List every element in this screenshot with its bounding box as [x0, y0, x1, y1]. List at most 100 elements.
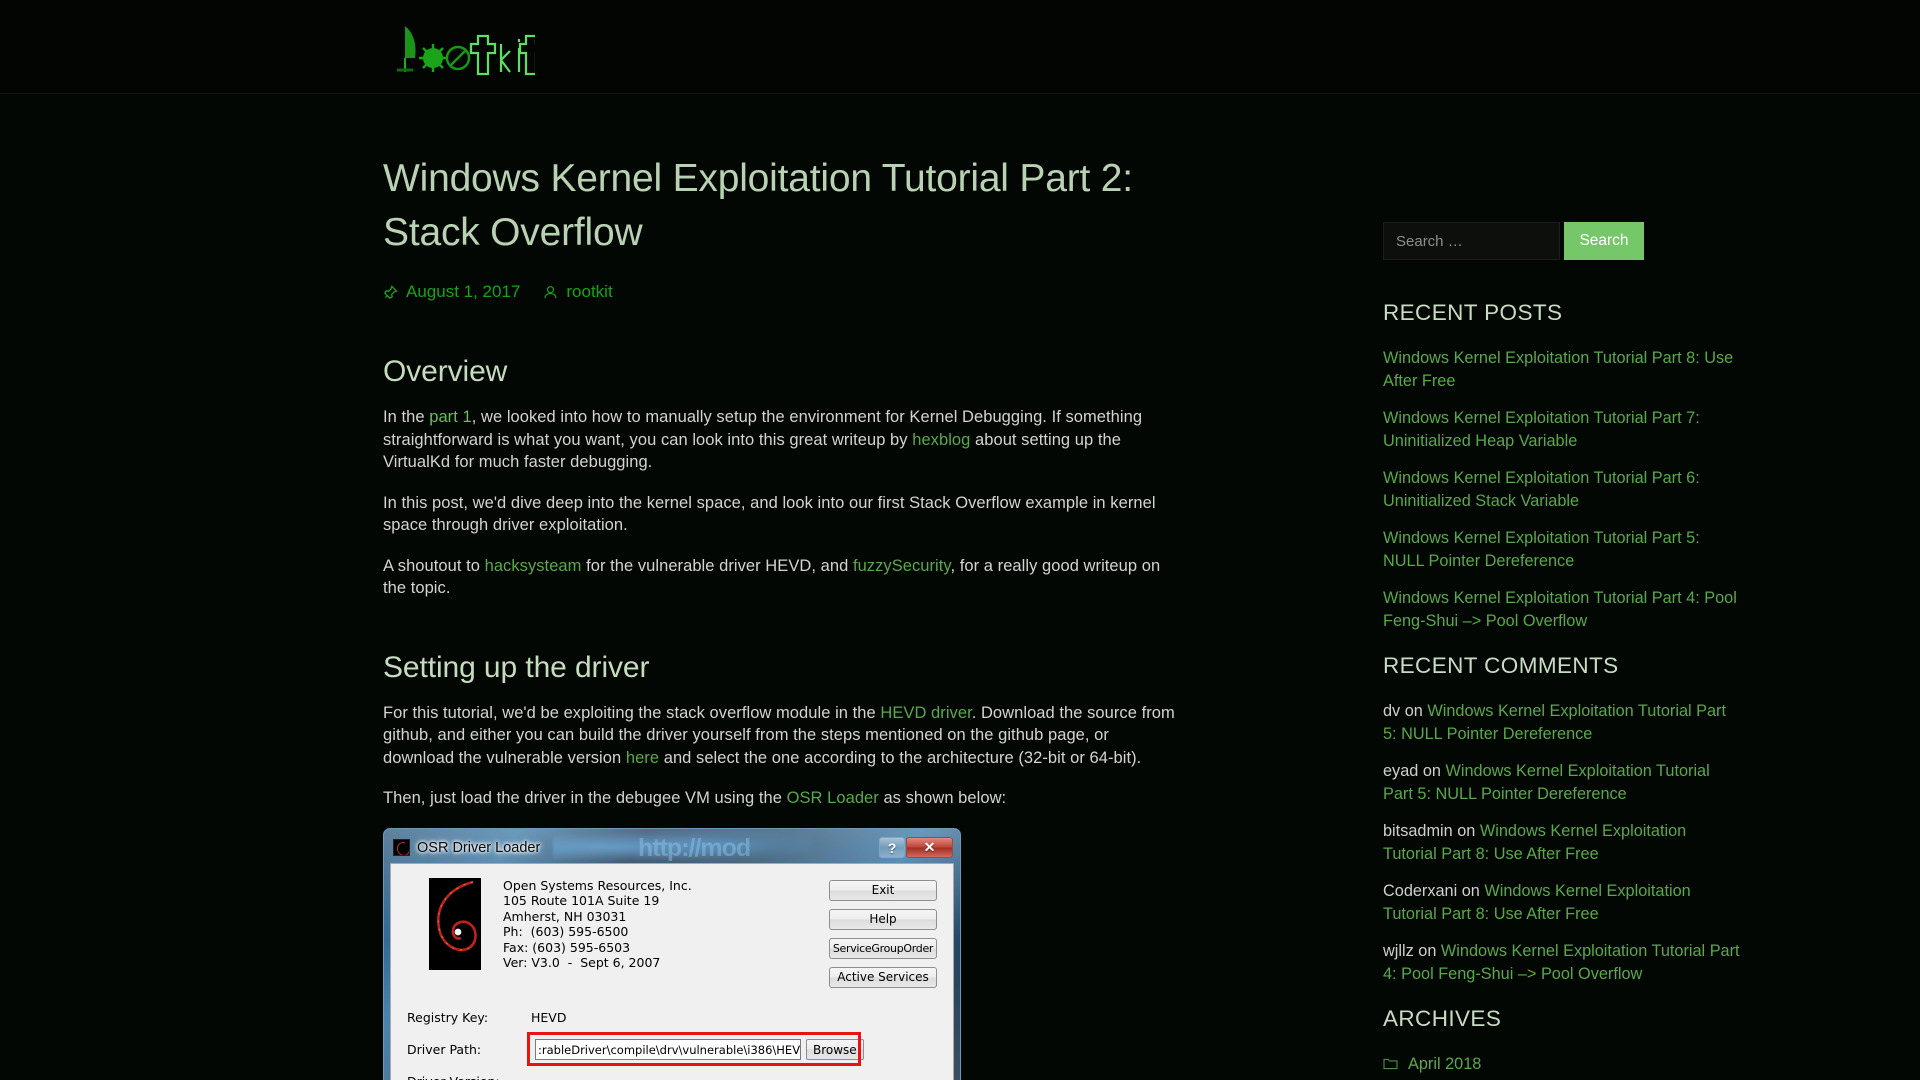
comment-on-text: on [1400, 702, 1428, 720]
post-author: rootkit [543, 282, 613, 302]
list-item: April 2018 [1383, 1053, 1743, 1076]
list-item: Windows Kernel Exploitation Tutorial Par… [1383, 467, 1743, 513]
osr-app-icon [393, 839, 410, 856]
section-heading-driver: Setting up the driver [383, 650, 650, 684]
paragraph-overview-3: A shoutout to hacksysteam for the vulner… [383, 555, 1183, 600]
widget-archives: ARCHIVES April 2018 March 2018 January 2… [1383, 1006, 1743, 1080]
list-item: Windows Kernel Exploitation Tutorial Par… [1383, 587, 1743, 633]
post-author-link[interactable]: rootkit [566, 282, 612, 302]
comment-author: Coderxani [1383, 882, 1458, 900]
registry-key-value: HEVD [531, 1010, 567, 1025]
recent-post-link[interactable]: Windows Kernel Exploitation Tutorial Par… [1383, 349, 1733, 390]
help-button[interactable]: ? [879, 837, 905, 858]
link-here[interactable]: here [626, 749, 659, 767]
widget-recent-comments: RECENT COMMENTS dv on Windows Kernel Exp… [1383, 653, 1743, 986]
osr-fields: Registry Key: HEVD Driver Path: :rableDr… [407, 1004, 937, 1080]
paragraph-overview-2: In this post, we'd dive deep into the ke… [383, 493, 1156, 535]
list-item: eyad on Windows Kernel Exploitation Tuto… [1383, 760, 1743, 806]
help-action-button[interactable]: Help [829, 908, 937, 930]
search-button[interactable]: Search [1564, 222, 1644, 260]
link-part-1[interactable]: part 1 [429, 408, 472, 426]
page-title: Windows Kernel Exploitation Tutorial Par… [383, 157, 1133, 254]
post-date: August 1, 2017 [383, 282, 520, 302]
osr-window-controls: ? ✕ [879, 837, 954, 858]
field-driver-path: Driver Path: :rableDriver\compile\drv\vu… [407, 1031, 937, 1068]
active-services-button[interactable]: Active Services [829, 966, 937, 988]
archives-list: April 2018 March 2018 January 2018 Novem… [1383, 1053, 1743, 1080]
comment-author: eyad [1383, 762, 1419, 780]
comment-on-text: on [1452, 822, 1480, 840]
p1-a: In the [383, 408, 430, 426]
comment-on-text: on [1418, 762, 1446, 780]
user-icon [543, 285, 558, 300]
search-form: Search [1383, 222, 1743, 260]
p3-b: for the vulnerable driver HEVD, and [581, 556, 853, 575]
osr-titlebar: OSR Driver Loader http://mod ? ✕ [390, 833, 954, 863]
registry-key-label: Registry Key: [407, 1010, 489, 1025]
link-hexblog[interactable]: hexblog [912, 431, 970, 449]
list-item: Windows Kernel Exploitation Tutorial Par… [1383, 407, 1743, 453]
site-logo[interactable] [383, 18, 535, 76]
service-group-order-button[interactable]: ServiceGroupOrder [829, 937, 937, 959]
site-header [0, 0, 1920, 94]
comment-on-text: on [1413, 942, 1441, 960]
sidebar: Search RECENT POSTS Windows Kernel Explo… [1383, 94, 1743, 1080]
osr-window-title: OSR Driver Loader [417, 839, 541, 856]
field-registry-key: Registry Key: HEVD [407, 1004, 937, 1032]
comment-author: bitsadmin [1383, 822, 1453, 840]
main-content: Windows Kernel Exploitation Tutorial Par… [383, 94, 1183, 1080]
list-item: dv on Windows Kernel Exploitation Tutori… [1383, 700, 1743, 746]
list-item: Windows Kernel Exploitation Tutorial Par… [1383, 347, 1743, 393]
list-item: wjllz on Windows Kernel Exploitation Tut… [1383, 940, 1743, 986]
comment-author: wjllz [1383, 942, 1414, 960]
recent-comments-list: dv on Windows Kernel Exploitation Tutori… [1383, 700, 1743, 986]
recent-post-link[interactable]: Windows Kernel Exploitation Tutorial Par… [1383, 529, 1700, 570]
widget-recent-posts: RECENT POSTS Windows Kernel Exploitation… [1383, 300, 1743, 633]
osr-company-info: Open Systems Resources, Inc. 105 Route 1… [503, 877, 692, 971]
osr-header-row: Open Systems Resources, Inc. 105 Route 1… [407, 877, 937, 988]
osr-action-buttons: Exit Help ServiceGroupOrder Active Servi… [829, 878, 937, 988]
link-fuzzysecurity[interactable]: fuzzySecurity [853, 557, 951, 575]
search-input[interactable] [1383, 222, 1560, 260]
paragraph-overview-1: In the part 1, we looked into how to man… [383, 406, 1183, 474]
recent-post-link[interactable]: Windows Kernel Exploitation Tutorial Par… [1383, 409, 1700, 450]
p4-a: For this tutorial, we'd be exploiting th… [383, 703, 881, 722]
recent-post-link[interactable]: Windows Kernel Exploitation Tutorial Par… [1383, 469, 1700, 510]
exit-button[interactable]: Exit [829, 879, 937, 901]
recent-posts-list: Windows Kernel Exploitation Tutorial Par… [1383, 347, 1743, 633]
driver-version-label: Driver Version: [407, 1074, 531, 1080]
link-osr-loader[interactable]: OSR Loader [787, 789, 879, 807]
recent-posts-title: RECENT POSTS [1383, 300, 1563, 325]
p4-c: and select the one according to the arch… [659, 748, 1142, 767]
archive-link[interactable]: April 2018 [1408, 1053, 1481, 1076]
link-hevd-driver[interactable]: HEVD driver [880, 704, 971, 722]
driver-path-input[interactable]: :rableDriver\compile\drv\vulnerable\i386… [535, 1039, 801, 1060]
list-item: bitsadmin on Windows Kernel Exploitation… [1383, 820, 1743, 866]
folder-icon [1383, 1057, 1398, 1075]
osr-driver-loader-screenshot: OSR Driver Loader http://mod ? ✕ Open Sy… [383, 828, 961, 1080]
recent-comments-title: RECENT COMMENTS [1383, 653, 1619, 678]
p3-a: A shoutout to [383, 556, 485, 575]
page-wrapper: Windows Kernel Exploitation Tutorial Par… [0, 94, 1920, 1080]
osr-window-frame: OSR Driver Loader http://mod ? ✕ Open Sy… [383, 828, 961, 1080]
post-date-text: August 1, 2017 [406, 282, 521, 301]
comment-on-text: on [1457, 882, 1485, 900]
field-driver-version: Driver Version: [407, 1068, 937, 1080]
entry-meta: August 1, 2017 rootkit [383, 282, 1183, 302]
osr-watermark-text: http://mod [638, 833, 751, 862]
paragraph-driver-1: For this tutorial, we'd be exploiting th… [383, 702, 1183, 770]
comment-post-link[interactable]: Windows Kernel Exploitation Tutorial Par… [1383, 702, 1726, 743]
close-button[interactable]: ✕ [906, 837, 953, 858]
list-item: Windows Kernel Exploitation Tutorial Par… [1383, 527, 1743, 573]
archives-title: ARCHIVES [1383, 1006, 1502, 1031]
paragraph-driver-2: Then, just load the driver in the debuge… [383, 787, 1183, 810]
pushpin-icon [383, 284, 398, 300]
browse-button[interactable]: Browse [806, 1039, 864, 1060]
section-heading-overview: Overview [383, 355, 508, 388]
recent-post-link[interactable]: Windows Kernel Exploitation Tutorial Par… [1383, 589, 1737, 630]
osr-spiral-logo-icon [429, 877, 481, 970]
p5-a: Then, just load the driver in the debuge… [383, 789, 787, 807]
link-hacksysteam[interactable]: hacksysteam [485, 557, 582, 575]
osr-client-area: Open Systems Resources, Inc. 105 Route 1… [390, 862, 954, 1080]
comment-author: dv [1383, 702, 1401, 720]
